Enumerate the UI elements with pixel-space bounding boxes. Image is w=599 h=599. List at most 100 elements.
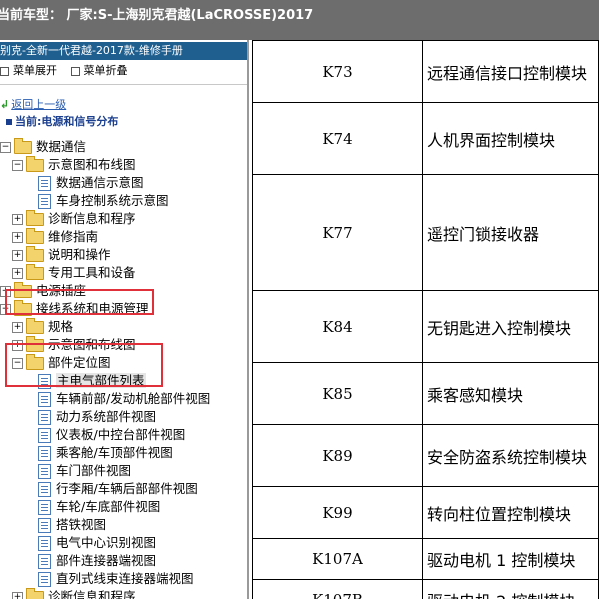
current-location: 当前:电源和信号分布 — [6, 113, 118, 129]
tree-item[interactable]: 部件连接器端视图 — [38, 552, 156, 570]
tree-item[interactable]: 电气中心识别视图 — [38, 534, 156, 552]
tree-item-label: 乘客舱/车顶部件视图 — [56, 445, 173, 460]
document-icon — [38, 536, 51, 551]
component-code: K85 — [252, 362, 423, 425]
tree-item[interactable]: + 专用工具和设备 — [12, 264, 136, 282]
table-row: K77 遥控门锁接收器 — [252, 174, 599, 291]
document-icon — [38, 554, 51, 569]
tree-item[interactable]: 仪表板/中控台部件视图 — [38, 426, 185, 444]
back-link[interactable]: ↲ 返回上一级 — [0, 96, 66, 112]
collapse-toggle-icon[interactable]: − — [0, 142, 11, 153]
folder-icon — [26, 156, 44, 172]
tree-item[interactable]: + 说明和操作 — [12, 246, 111, 264]
tree-item[interactable]: + 诊断信息和程序 — [12, 210, 136, 228]
current-location-label: 当前:电源和信号分布 — [15, 115, 119, 128]
document-icon — [38, 446, 51, 461]
tree-item-label: 行李厢/车辆后部部件视图 — [56, 481, 198, 496]
expand-toggle-icon[interactable]: + — [12, 592, 23, 599]
expand-icon — [0, 66, 9, 76]
component-code: K107B — [252, 579, 423, 599]
component-name: 人机界面控制模块 — [422, 102, 599, 175]
table-row: K85 乘客感知模块 — [252, 362, 599, 425]
document-icon — [38, 392, 51, 407]
component-code: K107A — [252, 538, 423, 580]
component-code: K84 — [252, 290, 423, 363]
content-area: K73 远程通信接口控制模块 K74 人机界面控制模块 K77 遥控门锁接收器 K84 无钥匙… — [252, 40, 599, 599]
document-icon — [38, 482, 51, 497]
tree-item[interactable]: + 维修指南 — [12, 228, 98, 246]
tree-item[interactable]: 动力系统部件视图 — [38, 408, 156, 426]
tree-item-label: 部件连接器端视图 — [56, 553, 157, 568]
tree-item-label: 直列式线束连接器端视图 — [56, 571, 194, 586]
tree-item-label: 数据通信示意图 — [56, 175, 144, 190]
component-code: K89 — [252, 424, 423, 487]
document-icon — [38, 464, 51, 479]
expand-toggle-icon[interactable]: + — [12, 250, 23, 261]
highlight-box-component-locator — [5, 343, 163, 387]
component-name: 乘客感知模块 — [422, 362, 599, 425]
folder-icon — [26, 264, 44, 280]
expand-toggle-icon[interactable]: + — [12, 232, 23, 243]
panel-scrollbar[interactable] — [247, 40, 249, 599]
component-name: 安全防盗系统控制模块 — [422, 424, 599, 487]
table-row: K84 无钥匙进入控制模块 — [252, 290, 599, 363]
tree-item[interactable]: − 数据通信 — [0, 138, 86, 156]
tree-item-label: 诊断信息和程序 — [48, 211, 136, 226]
component-table: K73 远程通信接口控制模块 K74 人机界面控制模块 K77 遥控门锁接收器 K84 无钥匙… — [252, 40, 599, 599]
tree-item[interactable]: 车辆前部/发动机舱部件视图 — [38, 390, 210, 408]
table-row: K107A 驱动电机 1 控制模块 — [252, 538, 599, 580]
document-icon — [38, 410, 51, 425]
highlight-box-wiring — [5, 289, 154, 315]
component-name: 转向柱位置控制模块 — [422, 486, 599, 539]
tree-item[interactable]: 乘客舱/车顶部件视图 — [38, 444, 173, 462]
collapse-icon — [70, 66, 80, 76]
menu-collapse-label: 菜单折叠 — [83, 64, 128, 77]
document-icon — [38, 428, 51, 443]
menu-expand-button[interactable]: 菜单展开 — [0, 62, 57, 80]
tree-item-label: 车辆前部/发动机舱部件视图 — [56, 391, 211, 406]
document-icon — [38, 500, 51, 515]
component-name: 远程通信接口控制模块 — [422, 40, 599, 103]
tree-item[interactable]: 车门部件视图 — [38, 462, 131, 480]
component-code: K73 — [252, 40, 423, 103]
tree-item[interactable]: − 示意图和布线图 — [12, 156, 136, 174]
component-name: 驱动电机 2 控制模块 — [422, 579, 599, 599]
left-nav-panel: 别克-全新一代君越-2017款-维修手册 菜单展开 菜单折叠 ↲ 返回上一级 当前… — [0, 40, 249, 599]
tree-item[interactable]: 行李厢/车辆后部部件视图 — [38, 480, 198, 498]
tree-item[interactable]: + 诊断信息和程序 — [12, 588, 136, 599]
tree-item-label: 动力系统部件视图 — [56, 409, 157, 424]
back-arrow-icon: ↲ — [0, 98, 10, 111]
folder-icon — [14, 138, 32, 154]
tree-item[interactable]: 搭铁视图 — [38, 516, 106, 534]
table-row: K99 转向柱位置控制模块 — [252, 486, 599, 539]
tree-item[interactable]: 数据通信示意图 — [38, 174, 144, 192]
table-row: K73 远程通信接口控制模块 — [252, 40, 599, 103]
tree-item-label: 电气中心识别视图 — [56, 535, 157, 550]
tree-item[interactable]: 直列式线束连接器端视图 — [38, 570, 194, 588]
tree-item-label: 规格 — [48, 319, 74, 334]
tree-item-label: 说明和操作 — [48, 247, 111, 262]
tree-item[interactable]: + 规格 — [12, 318, 73, 336]
folder-icon — [26, 246, 44, 262]
menu-collapse-button[interactable]: 菜单折叠 — [70, 62, 128, 80]
tree-item-label: 车轮/车底部件视图 — [56, 499, 161, 514]
component-code: K99 — [252, 486, 423, 539]
folder-icon — [26, 318, 44, 334]
window-title-bar: 当前车型： 厂家:S-上海别克君越(LaCROSSE)2017 — [0, 0, 599, 40]
tree-item[interactable]: 车轮/车底部件视图 — [38, 498, 160, 516]
tree-item[interactable]: 车身控制系统示意图 — [38, 192, 169, 210]
expand-toggle-icon[interactable]: + — [12, 268, 23, 279]
tree-item-label: 仪表板/中控台部件视图 — [56, 427, 186, 442]
tree-item-label: 专用工具和设备 — [48, 265, 136, 280]
expand-toggle-icon[interactable]: + — [12, 322, 23, 333]
tree-item-label: 搭铁视图 — [56, 517, 107, 532]
folder-icon — [26, 588, 44, 599]
component-code: K74 — [252, 102, 423, 175]
expand-toggle-icon[interactable]: + — [12, 214, 23, 225]
collapse-toggle-icon[interactable]: − — [12, 160, 23, 171]
document-icon — [38, 518, 51, 533]
table-row: K74 人机界面控制模块 — [252, 102, 599, 175]
table-row: K89 安全防盗系统控制模块 — [252, 424, 599, 487]
menu-controls: 菜单展开 菜单折叠 — [0, 62, 138, 80]
document-icon — [38, 572, 51, 587]
